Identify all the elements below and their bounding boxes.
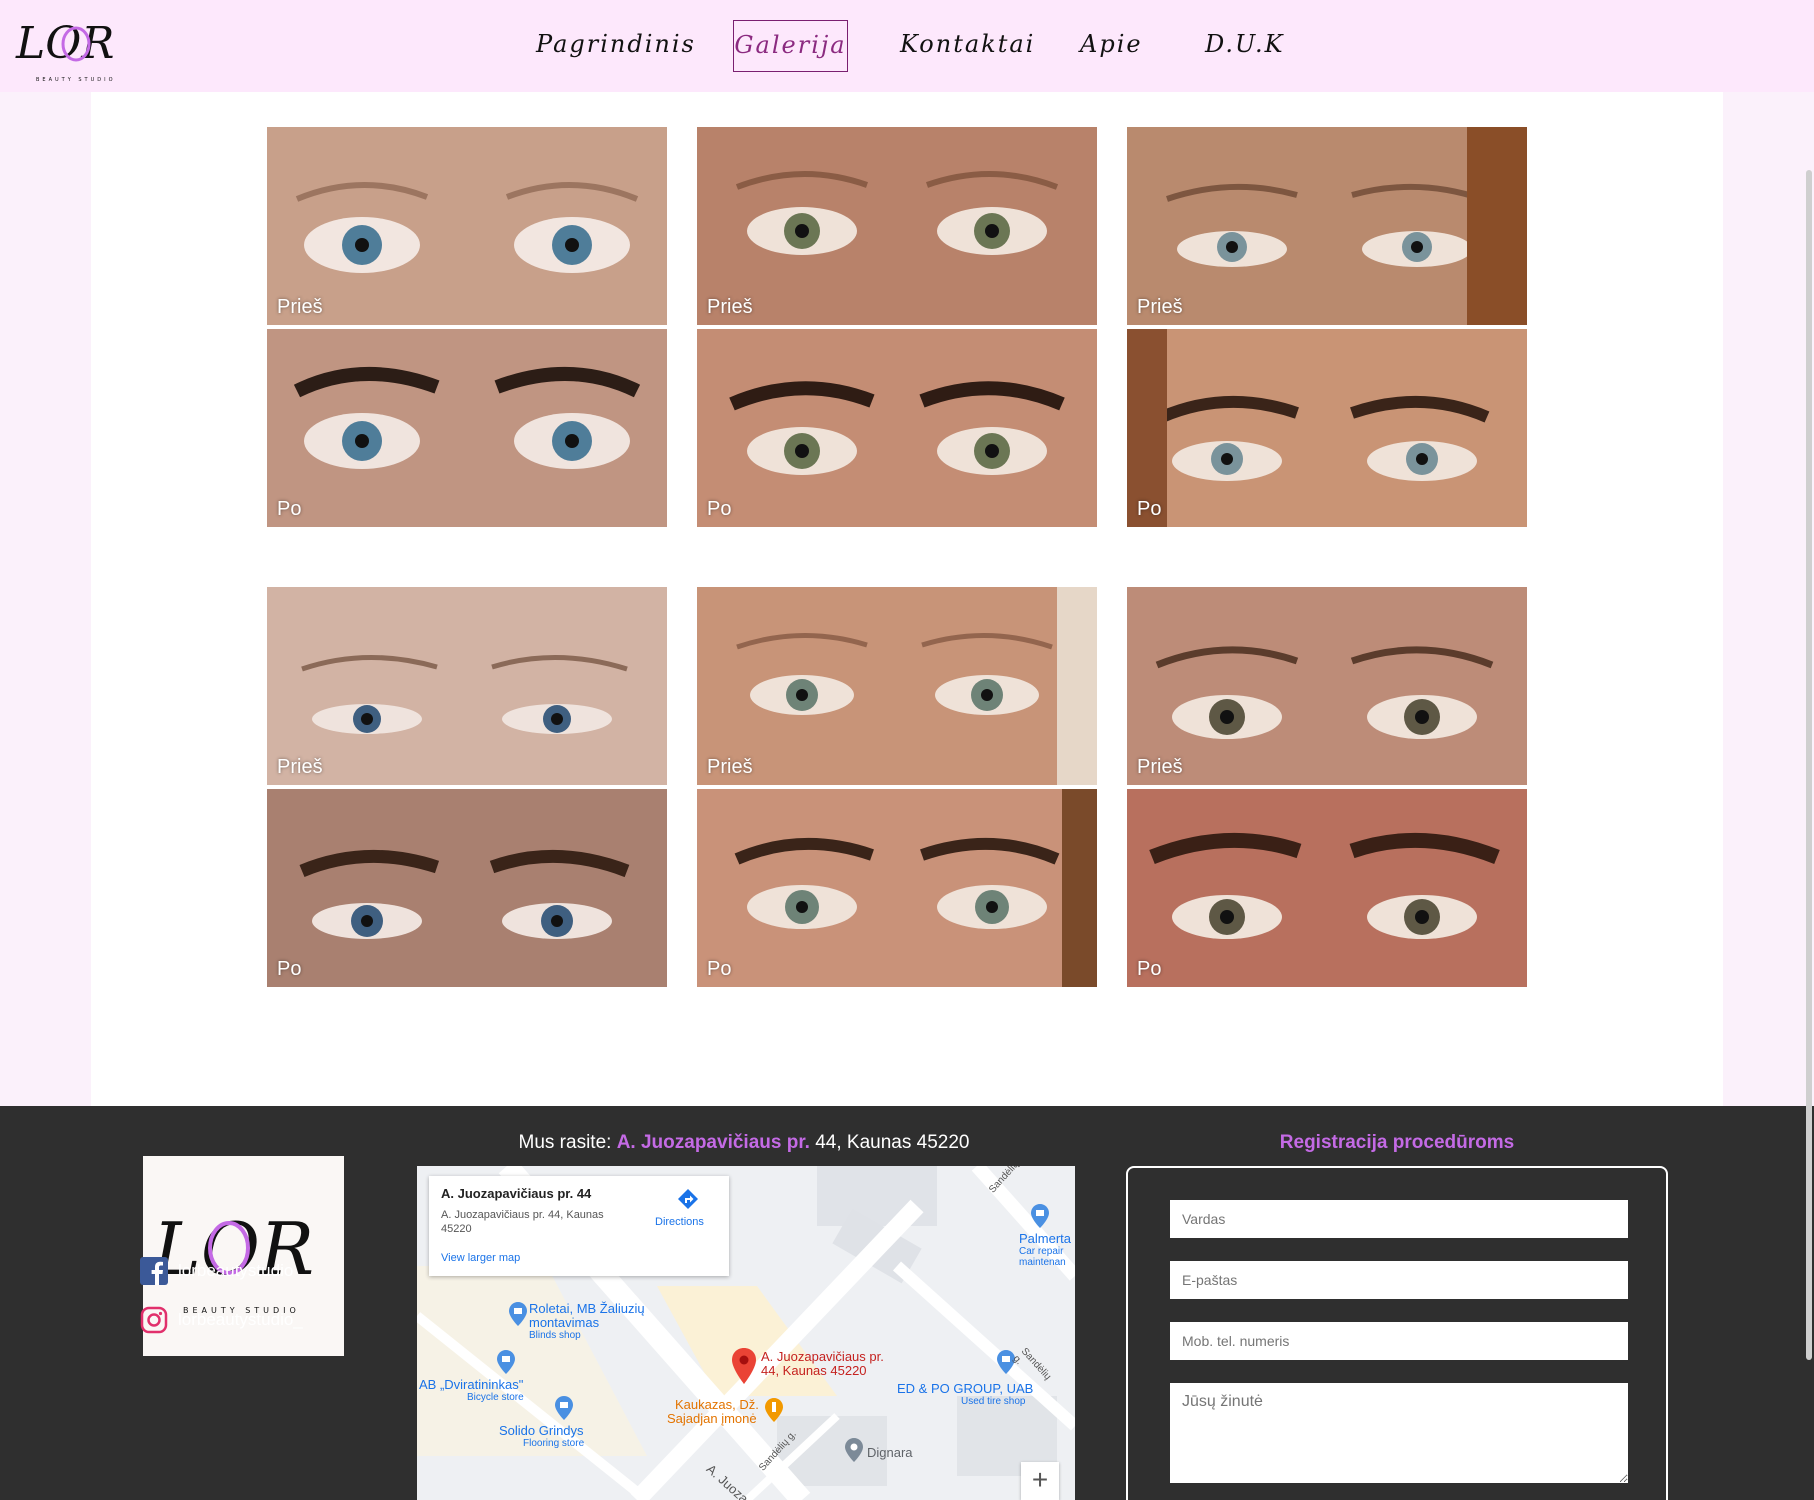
photo-label-before: Prieš	[277, 756, 323, 778]
map-place-palmerta[interactable]: Palmerta	[1019, 1232, 1071, 1246]
map-place-roletai-type: Blinds shop	[529, 1330, 581, 1341]
email-field[interactable]	[1170, 1261, 1628, 1299]
gallery-photo-after-1[interactable]: Po	[267, 329, 667, 527]
map-place-palmerta-type: Car repair	[1019, 1246, 1064, 1257]
map-zoom-in-button[interactable]: +	[1021, 1462, 1059, 1500]
google-map[interactable]: A. Juozapavičiaus pr. 44 A. Juozapavičia…	[417, 1166, 1075, 1500]
map-place-solido-type: Flooring store	[523, 1438, 585, 1449]
map-place-dviratininkas-type: Bicycle store	[467, 1392, 524, 1403]
shop-marker-icon[interactable]	[497, 1350, 515, 1374]
shop-marker-icon[interactable]	[555, 1396, 573, 1420]
address-prefix: Mus rasite:	[518, 1132, 612, 1153]
main-nav: Pagrindinis Galerija Kontaktai Apie D.U.…	[0, 20, 1814, 72]
address-line: Mus rasite: A. Juozapavičiaus pr. 44, Ka…	[414, 1132, 1074, 1154]
social-instagram-label: lorbeautystudio_	[178, 1310, 303, 1329]
photo-label-after: Po	[707, 958, 732, 980]
logo-subtext: BEAUTY STUDIO	[36, 77, 116, 83]
photo-label-before: Prieš	[707, 296, 753, 318]
photo-label-before: Prieš	[1137, 756, 1183, 778]
map-place-dviratininkas[interactable]: AB „Dviratininkas"	[419, 1378, 523, 1392]
photo-label-after: Po	[1137, 958, 1162, 980]
social-facebook-label: lorbeautystudio	[178, 1261, 294, 1280]
site-footer: LOR BEAUTY STUDIO lorbeautystudio lorbea…	[0, 1106, 1814, 1500]
restaurant-marker-icon[interactable]	[765, 1398, 783, 1422]
photo-label-before: Prieš	[1137, 296, 1183, 318]
address-rest: 44, Kaunas 45220	[815, 1132, 970, 1153]
message-field[interactable]	[1170, 1383, 1628, 1483]
map-place-kaukazas-2: Sajadjan įmonė	[667, 1411, 757, 1426]
instagram-icon	[140, 1306, 168, 1334]
map-card-title: A. Juozapavičiaus pr. 44	[441, 1186, 592, 1201]
facebook-icon	[140, 1257, 168, 1285]
registration-title: Registracija procedūroms	[1279, 1132, 1515, 1153]
directions-icon[interactable]	[677, 1188, 699, 1210]
nav-pagrindinis[interactable]: Pagrindinis	[536, 20, 694, 72]
gallery-photo-after-4[interactable]: Po	[267, 789, 667, 987]
nav-kontaktai[interactable]: Kontaktai	[900, 20, 1033, 72]
map-place-dignara[interactable]: Dignara	[867, 1446, 913, 1460]
social-instagram[interactable]: lorbeautystudio_	[140, 1305, 303, 1335]
map-place-kaukazas[interactable]: Kaukazas, Dž.	[675, 1398, 759, 1412]
gallery-photo-before-2[interactable]: Prieš	[697, 127, 1097, 325]
page-scrollbar[interactable]	[1806, 170, 1812, 1360]
photo-label-after: Po	[707, 498, 732, 520]
map-place-palmerta-type-2: maintenan	[1019, 1257, 1066, 1268]
gallery-section: Prieš Po Prieš Po Prieš Po Prieš Po Prie…	[91, 92, 1723, 1106]
gallery-photo-after-2[interactable]: Po	[697, 329, 1097, 527]
shop-marker-icon[interactable]	[509, 1302, 527, 1326]
map-place-edpo[interactable]: ED & PO GROUP, UAB	[897, 1382, 1033, 1396]
map-place-roletai[interactable]: Roletai, MB Žaliuzių	[529, 1302, 645, 1316]
map-pin-label-2: 44, Kaunas 45220	[761, 1363, 867, 1378]
photo-label-before: Prieš	[277, 296, 323, 318]
gallery-photo-before-3[interactable]: Prieš	[1127, 127, 1527, 325]
photo-label-after: Po	[1137, 498, 1162, 520]
gallery-photo-after-3[interactable]: Po	[1127, 329, 1527, 527]
gallery-photo-before-1[interactable]: Prieš	[267, 127, 667, 325]
map-pin-icon[interactable]	[731, 1348, 757, 1384]
directions-link[interactable]: Directions	[655, 1216, 704, 1228]
nav-duk[interactable]: D.U.K	[1205, 20, 1283, 72]
site-header: LOR BEAUTY STUDIO Pagrindinis Galerija K…	[0, 0, 1814, 92]
map-place-edpo-type: Used tire shop	[961, 1396, 1026, 1407]
social-facebook[interactable]: lorbeautystudio	[140, 1256, 293, 1286]
view-larger-map-link[interactable]: View larger map	[441, 1252, 520, 1264]
registration-form	[1126, 1166, 1668, 1500]
gallery-photo-before-6[interactable]: Prieš	[1127, 587, 1527, 785]
map-info-card: A. Juozapavičiaus pr. 44 A. Juozapavičia…	[429, 1176, 729, 1276]
map-card-address: A. Juozapavičiaus pr. 44, Kaunas 45220	[441, 1209, 604, 1235]
place-marker-icon[interactable]	[845, 1438, 863, 1462]
photo-label-after: Po	[277, 498, 302, 520]
phone-field[interactable]	[1170, 1322, 1628, 1360]
photo-label-after: Po	[277, 958, 302, 980]
nav-galerija[interactable]: Galerija	[733, 20, 848, 72]
gallery-photo-before-4[interactable]: Prieš	[267, 587, 667, 785]
gallery-photo-after-6[interactable]: Po	[1127, 789, 1527, 987]
shop-marker-icon[interactable]	[1031, 1204, 1049, 1228]
map-place-roletai-2: montavimas	[529, 1315, 600, 1330]
map-place-solido[interactable]: Solido Grindys	[499, 1424, 584, 1438]
gallery-photo-after-5[interactable]: Po	[697, 789, 1097, 987]
gallery-photo-before-5[interactable]: Prieš	[697, 587, 1097, 785]
map-pin-label-1: A. Juozapavičiaus pr.	[761, 1349, 884, 1364]
nav-apie[interactable]: Apie	[1080, 20, 1142, 72]
address-street[interactable]: A. Juozapavičiaus pr.	[617, 1132, 810, 1153]
photo-label-before: Prieš	[707, 756, 753, 778]
name-field[interactable]	[1170, 1200, 1628, 1238]
